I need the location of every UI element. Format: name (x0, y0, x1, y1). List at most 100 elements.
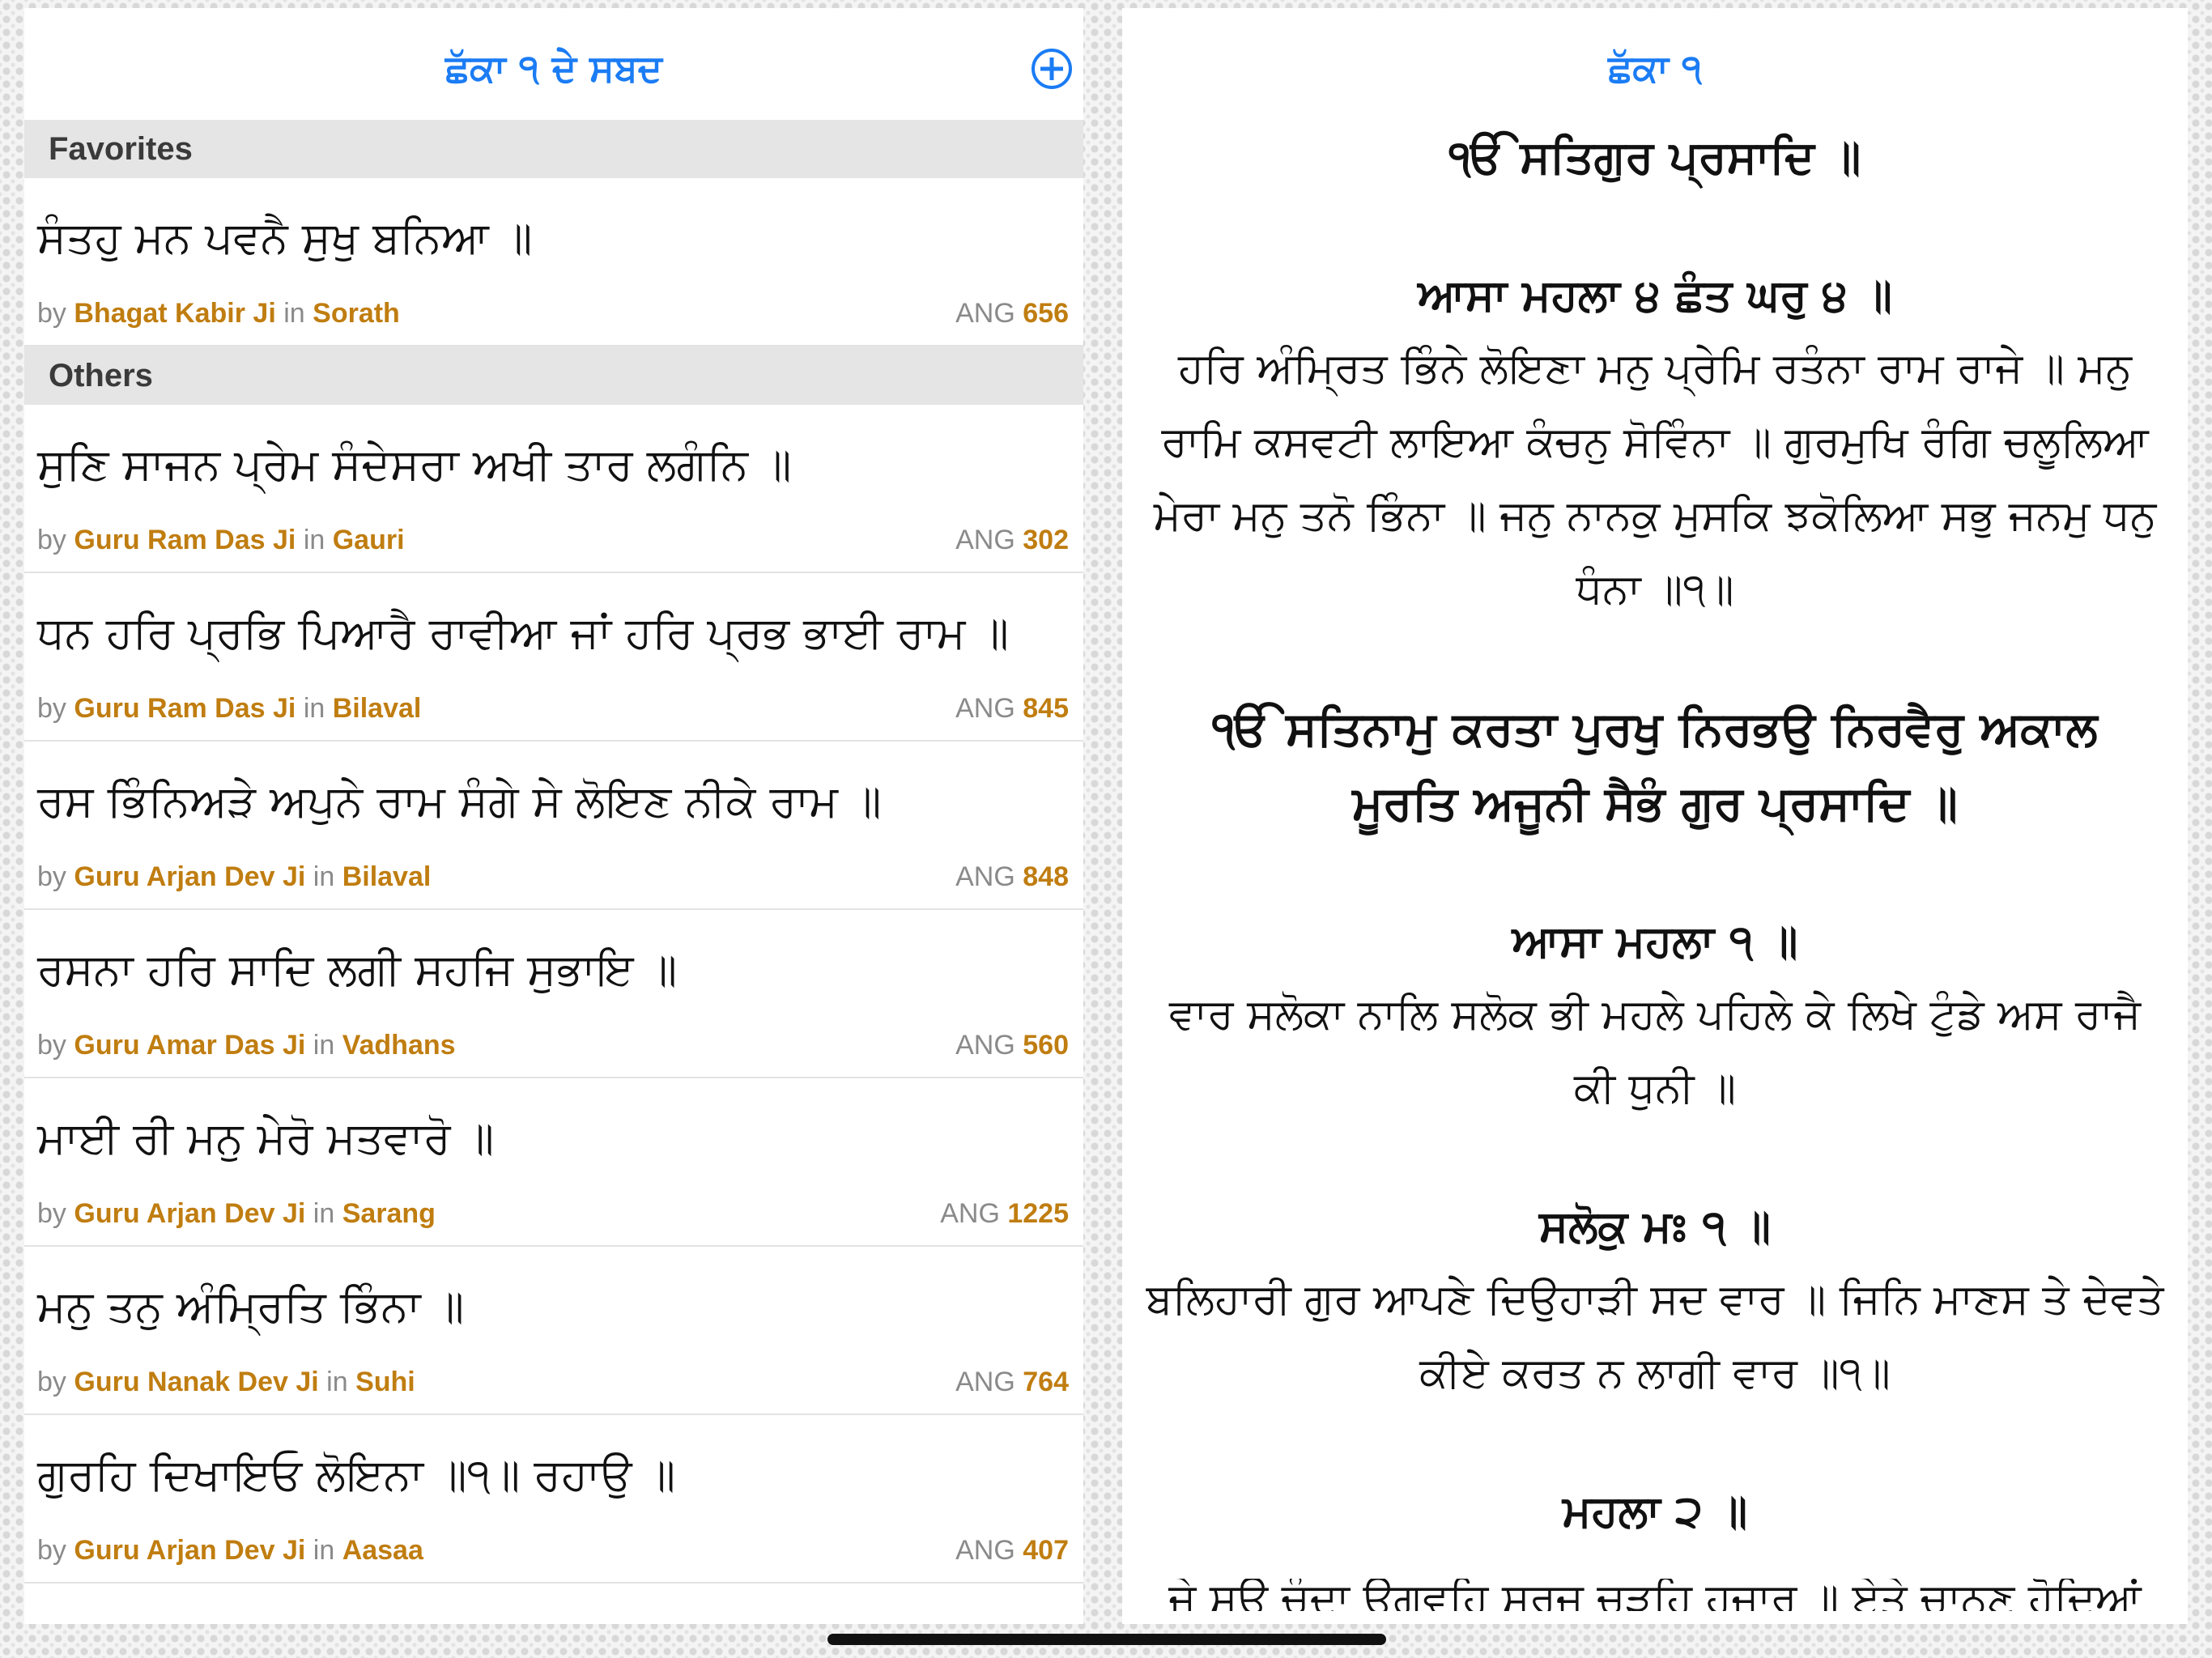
ang-value: 302 (1023, 525, 1069, 555)
ang-label: ANG (955, 1535, 1015, 1566)
by-label: by (37, 1030, 66, 1061)
shabad-row[interactable]: ਧਨ ਹਰਿ ਪ੍ਰਭਿ ਪਿਆਰੈ ਰਾਵੀਆ ਜਾਂ ਹਰਿ ਪ੍ਰਭ ਭਾ… (24, 573, 1083, 742)
shabad-meta: by Bhagat Kabir Ji in Sorath (37, 298, 400, 329)
shabad-verse-1: ਹਰਿ ਅੰਮ੍ਰਿਤ ਭਿੰਨੇ ਲੋਇਣਾ ਮਨੁ ਪ੍ਰੇਮਿ ਰਤੰਨਾ… (1153, 344, 2157, 614)
others-section-header: Others (24, 346, 1083, 405)
shabad-first-line: ਰਸਨਾ ਹਰਿ ਸਾਦਿ ਲਗੀ ਸਹਜਿ ਸੁਭਾਇ ॥ (37, 944, 678, 995)
shabad-line-1: ੴ ਸਤਿਗੁਰ ਪ੍ਰਸਾਦਿ ॥ (1448, 131, 1861, 184)
ang-label: ANG (955, 693, 1015, 724)
author-name: Guru Ram Das Ji (74, 525, 296, 555)
author-name: Guru Arjan Dev Ji (74, 861, 306, 892)
ang-value: 845 (1023, 693, 1069, 724)
ang-number: ANG 764 (955, 1367, 1069, 1398)
shabad-row[interactable]: ਰਸਨਾ ਹਰਿ ਸਾਦਿ ਲਗੀ ਸਹਜਿ ਸੁਭਾਇ ॥ by Guru Am… (24, 910, 1083, 1078)
plus-circle-icon[interactable] (1032, 49, 1072, 89)
shabad-row[interactable]: ਗੁਰਹਿ ਦਿਖਾਇਓ ਲੋਇਨਾ ॥੧॥ ਰਹਾਉ ॥ by Guru Arj… (24, 1415, 1083, 1584)
raag-name: Bilaval (342, 861, 432, 892)
ang-number: ANG 1225 (940, 1198, 1069, 1230)
ang-number: ANG 848 (955, 861, 1069, 893)
raag-name: Gauri (332, 525, 405, 555)
raag-name: Suhi (355, 1367, 415, 1397)
by-label: by (37, 298, 66, 329)
mool-mantar: ੴ ਸਤਿਨਾਮੁ ਕਰਤਾ ਪੁਰਖੁ ਨਿਰਭਉ ਨਿਰਵੈਰੁ ਅਕਾਲ … (1212, 701, 2098, 831)
reader-nav-title: ਛੱਕਾ ੧ (1608, 46, 1702, 90)
shabad-heading-1: ਆਸਾ ਮਹਲਾ ੪ ਛੰਤ ਘਰੁ ੪ ॥ (1418, 270, 1892, 321)
ang-number: ANG 560 (955, 1030, 1069, 1061)
in-label: in (313, 1535, 335, 1566)
shabad-first-line: ਧਨ ਹਰਿ ਪ੍ਰਭਿ ਪਿਆਰੈ ਰਾਵੀਆ ਜਾਂ ਹਰਿ ਪ੍ਰਭ ਭਾ… (37, 607, 1009, 658)
shabad-meta: by Guru Arjan Dev Ji in Sarang (37, 1198, 436, 1230)
ang-value: 656 (1023, 298, 1069, 329)
shabad-row[interactable]: ਸੁਣਿ ਸਾਜਨ ਪ੍ਰੇਮ ਸੰਦੇਸਰਾ ਅਖੀ ਤਾਰ ਲਗੰਨਿ ॥ b… (24, 405, 1083, 573)
ang-number: ANG 407 (955, 1535, 1069, 1567)
favorites-list: ਸੰਤਹੁ ਮਨ ਪਵਨੈ ਸੁਖੁ ਬਨਿਆ ॥ by Bhagat Kabir… (24, 178, 1083, 346)
raag-name: Vadhans (342, 1030, 456, 1061)
author-name: Guru Arjan Dev Ji (74, 1535, 306, 1566)
shabad-row[interactable]: ਮਨੁ ਤਨੁ ਅੰਮ੍ਰਿਤਿ ਭਿੰਨਾ ॥ by Guru Nanak De… (24, 1247, 1083, 1415)
ang-number: ANG 845 (955, 693, 1069, 725)
in-label: in (313, 1030, 335, 1061)
list-nav-title: ਛੱਕਾ ੧ ਦੇ ਸਬਦ (445, 46, 662, 90)
author-name: Guru Arjan Dev Ji (74, 1198, 306, 1229)
ang-value: 848 (1023, 861, 1069, 892)
in-label: in (326, 1367, 348, 1397)
by-label: by (37, 1535, 66, 1566)
shabad-reader-pane: ਛੱਕਾ ੧ ੴ ਸਤਿਗੁਰ ਪ੍ਰਸਾਦਿ ॥ ਆਸਾ ਮਹਲਾ ੪ ਛੰਤ… (1122, 8, 2188, 1624)
shabad-text: ੴ ਸਤਿਗੁਰ ਪ੍ਰਸਾਦਿ ॥ ਆਸਾ ਮਹਲਾ ੪ ਛੰਤ ਘਰੁ ੪ … (1122, 121, 2188, 1548)
in-label: in (303, 525, 325, 555)
in-label: in (313, 1198, 335, 1229)
others-list: ਸੁਣਿ ਸਾਜਨ ਪ੍ਰੇਮ ਸੰਦੇਸਰਾ ਅਖੀ ਤਾਰ ਲਗੰਨਿ ॥ b… (24, 405, 1083, 1584)
ang-number: ANG 302 (955, 525, 1069, 556)
shabad-first-line: ਮਨੁ ਤਨੁ ਅੰਮ੍ਰਿਤਿ ਭਿੰਨਾ ॥ (37, 1281, 465, 1332)
raag-name: Sarang (342, 1198, 436, 1229)
ang-label: ANG (940, 1198, 1000, 1229)
by-label: by (37, 693, 66, 724)
shabad-list: Favorites ਸੰਤਹੁ ਮਨ ਪਵਨੈ ਸੁਖੁ ਬਨਿਆ ॥ by Bh… (24, 120, 1083, 1584)
shabad-heading-2: ਆਸਾ ਮਹਲਾ ੧ ॥ (1512, 916, 1798, 967)
shabad-first-line: ਗੁਰਹਿ ਦਿਖਾਇਓ ਲੋਇਨਾ ॥੧॥ ਰਹਾਉ ॥ (37, 1449, 676, 1500)
shabad-heading-3: ਸਲੋਕੁ ਮਃ ੧ ॥ (1539, 1201, 1771, 1252)
shabad-heading-4: ਮਹਲਾ ੨ ॥ (1562, 1486, 1748, 1537)
shabad-verse-4-partial: ਜੇ ਸਉ ਚੰਦਾ ਉਗਵਹਿ ਸੂਰਜ ਚੜਹਿ ਹਜਾਰ ॥ ਏਤੇ ਚਾ… (1168, 1579, 2142, 1611)
raag-name: Bilaval (332, 693, 422, 724)
ang-label: ANG (955, 1367, 1015, 1397)
shabad-row[interactable]: ਮਾਈ ਰੀ ਮਨੁ ਮੇਰੋ ਮਤਵਾਰੋ ॥ by Guru Arjan De… (24, 1078, 1083, 1247)
by-label: by (37, 861, 66, 892)
shabad-meta: by Guru Ram Das Ji in Bilaval (37, 693, 421, 725)
shabad-row[interactable]: ਰਸ ਭਿੰਨਿਅੜੇ ਅਪੁਨੇ ਰਾਮ ਸੰਗੇ ਸੇ ਲੋਇਣ ਨੀਕੇ … (24, 742, 1083, 910)
favorites-section-header: Favorites (24, 120, 1083, 178)
by-label: by (37, 525, 66, 555)
shabad-list-pane: ਛੱਕਾ ੧ ਦੇ ਸਬਦ Favorites ਸੰਤਹੁ ਮਨ ਪਵਨੈ ਸੁ… (24, 8, 1083, 1624)
ang-value: 764 (1023, 1367, 1069, 1397)
author-name: Guru Nanak Dev Ji (74, 1367, 319, 1397)
shabad-meta: by Guru Ram Das Ji in Gauri (37, 525, 405, 556)
shabad-meta: by Guru Arjan Dev Ji in Aasaa (37, 1535, 423, 1567)
ang-label: ANG (955, 298, 1015, 329)
ang-label: ANG (955, 525, 1015, 555)
raag-name: Sorath (313, 298, 400, 329)
shabad-first-line: ਮਾਈ ਰੀ ਮਨੁ ਮੇਰੋ ਮਤਵਾਰੋ ॥ (37, 1112, 495, 1163)
by-label: by (37, 1198, 66, 1229)
shabad-first-line: ਸੰਤਹੁ ਮਨ ਪਵਨੈ ਸੁਖੁ ਬਨਿਆ ॥ (37, 212, 533, 263)
shabad-row[interactable]: ਸੰਤਹੁ ਮਨ ਪਵਨੈ ਸੁਖੁ ਬਨਿਆ ॥ by Bhagat Kabir… (24, 178, 1083, 346)
in-label: in (303, 693, 325, 724)
ang-value: 407 (1023, 1535, 1069, 1566)
in-label: in (313, 861, 335, 892)
author-name: Guru Amar Das Ji (74, 1030, 306, 1061)
ang-label: ANG (955, 861, 1015, 892)
ang-value: 1225 (1007, 1198, 1069, 1229)
shabad-meta: by Guru Nanak Dev Ji in Suhi (37, 1367, 415, 1398)
ang-number: ANG 656 (955, 298, 1069, 329)
shabad-verse-3: ਬਲਿਹਾਰੀ ਗੁਰ ਆਪਣੇ ਦਿਉਹਾੜੀ ਸਦ ਵਾਰ ॥ ਜਿਨਿ ਮ… (1146, 1275, 2164, 1397)
home-indicator[interactable] (827, 1634, 1386, 1645)
author-name: Guru Ram Das Ji (74, 693, 296, 724)
author-name: Bhagat Kabir Ji (74, 298, 276, 329)
shabad-meta: by Guru Amar Das Ji in Vadhans (37, 1030, 456, 1061)
ang-value: 560 (1023, 1030, 1069, 1061)
ang-label: ANG (955, 1030, 1015, 1061)
shabad-first-line: ਸੁਣਿ ਸਾਜਨ ਪ੍ਰੇਮ ਸੰਦੇਸਰਾ ਅਖੀ ਤਾਰ ਲਗੰਨਿ ॥ (37, 439, 792, 490)
in-label: in (283, 298, 305, 329)
shabad-verse-2: ਵਾਰ ਸਲੋਕਾ ਨਾਲਿ ਸਲੋਕ ਭੀ ਮਹਲੇ ਪਹਿਲੇ ਕੇ ਲਿਖ… (1168, 990, 2142, 1112)
raag-name: Aasaa (342, 1535, 423, 1566)
by-label: by (37, 1367, 66, 1397)
